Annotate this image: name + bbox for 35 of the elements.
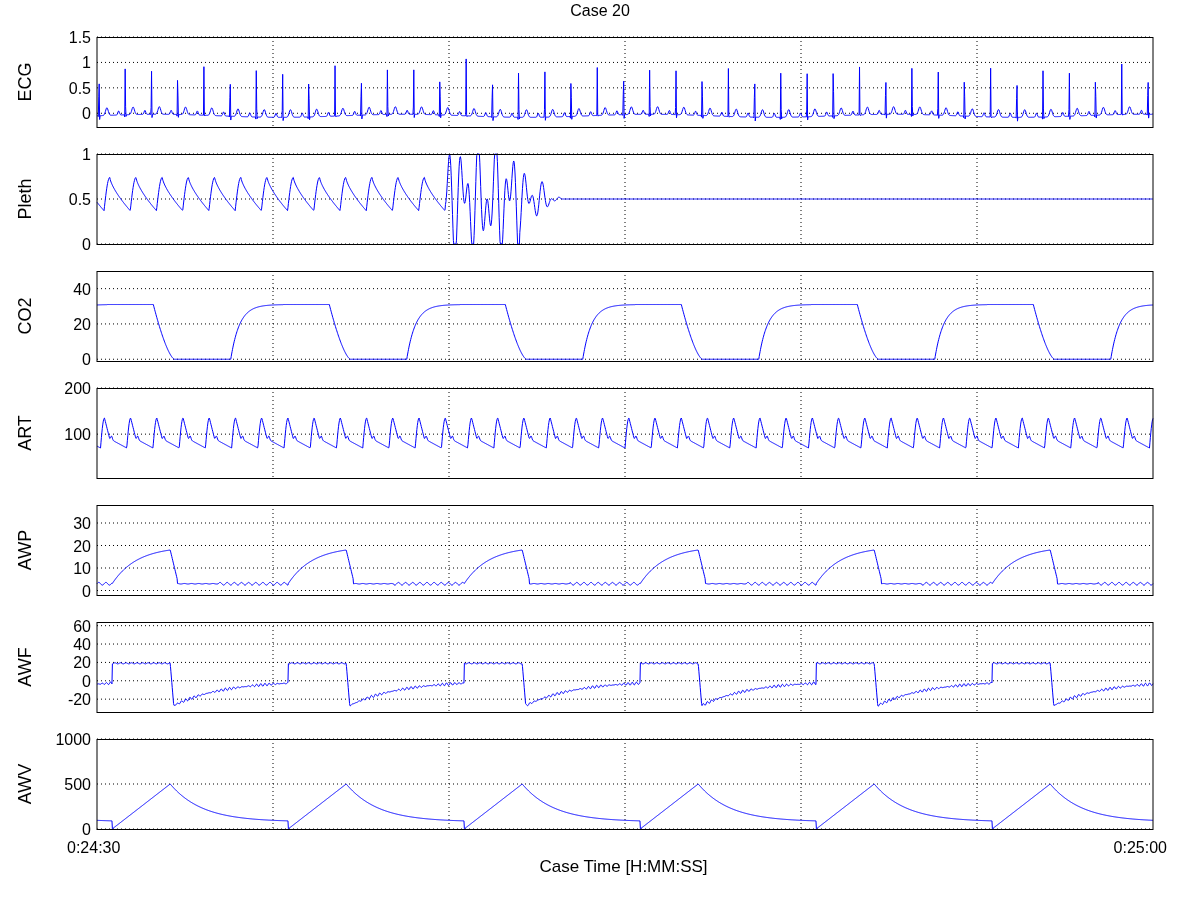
axis-label: AWF xyxy=(15,647,35,687)
axis-label: AWV xyxy=(15,763,35,805)
tick-label: 0 xyxy=(82,672,91,690)
tick-label: 0 xyxy=(82,105,91,123)
tick-label: 200 xyxy=(64,380,91,397)
tick-label: 40 xyxy=(73,280,91,298)
axis-label: AWP xyxy=(15,529,35,571)
axis-label: ECG xyxy=(15,62,35,102)
tick-label: 60 xyxy=(73,617,91,635)
tick-label: 1 xyxy=(82,54,91,72)
tick-label: 0:24:30 xyxy=(67,839,121,857)
tick-label: 0 xyxy=(82,351,91,369)
tick-label: 20 xyxy=(73,654,91,672)
tick-label: 30 xyxy=(73,515,91,532)
tick-label: 0 xyxy=(82,582,91,600)
tick-label: 40 xyxy=(73,636,91,654)
tick-label: 100 xyxy=(64,426,91,444)
axis-label: CO2 xyxy=(15,297,35,335)
tick-label: 0 xyxy=(82,236,91,253)
tick-label: 1.5 xyxy=(68,29,91,46)
tick-label: 20 xyxy=(73,537,91,555)
axis-label: ART xyxy=(15,415,35,451)
tick-label: 0.5 xyxy=(68,79,91,97)
tick-label: 500 xyxy=(64,776,91,793)
tick-label: 0 xyxy=(82,821,91,838)
tick-label: -20 xyxy=(67,691,91,709)
chart-title: Case 20 xyxy=(570,1,630,21)
tick-label: 0.5 xyxy=(68,191,91,208)
tick-label: 1 xyxy=(82,146,91,163)
tick-label: 10 xyxy=(73,560,91,577)
tick-label: 1000 xyxy=(55,731,91,748)
tick-label: 0:25:00 xyxy=(1113,839,1167,857)
axis-label: Pleth xyxy=(15,178,35,220)
axis-label: Case Time [H:MM:SS] xyxy=(539,857,708,877)
tick-label: 20 xyxy=(73,315,91,333)
